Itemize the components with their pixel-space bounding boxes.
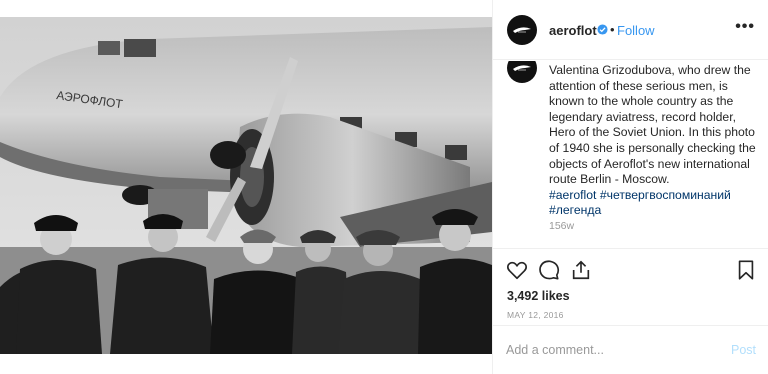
aeroflot-logo-icon[interactable]: [507, 61, 537, 83]
more-options-icon[interactable]: •••: [735, 18, 755, 36]
comment-time-ago[interactable]: 156w: [549, 220, 574, 232]
hashtag-line[interactable]: #легенда: [549, 203, 759, 219]
post-header: aeroflot • Follow •••: [493, 0, 768, 60]
post-comment-button[interactable]: Post: [731, 343, 756, 357]
heart-icon[interactable]: [506, 259, 528, 281]
caption-area: Valentina Grizodubova, who drew the atte…: [493, 61, 768, 247]
post-side-panel: aeroflot • Follow ••• Valentina Grizodub…: [492, 0, 768, 374]
aeroflot-logo-icon[interactable]: [507, 15, 537, 45]
share-icon[interactable]: [570, 259, 592, 281]
caption: Valentina Grizodubova, who drew the atte…: [549, 63, 759, 219]
post-date[interactable]: MAY 12, 2016: [507, 310, 564, 320]
comment-input[interactable]: [506, 340, 716, 360]
hashtag-line[interactable]: #aeroflot #четвергвоспоминаний: [549, 188, 759, 204]
verified-badge-icon: [597, 24, 608, 35]
separator-dot: •: [610, 22, 615, 37]
username[interactable]: aeroflot: [549, 23, 597, 38]
bookmark-icon[interactable]: [735, 259, 757, 281]
likes-count[interactable]: 3,492 likes: [507, 289, 570, 303]
follow-button[interactable]: Follow: [617, 23, 655, 38]
post-actions: 3,492 likes MAY 12, 2016: [493, 248, 768, 336]
post-photo[interactable]: АЭРОФЛОТ: [0, 0, 492, 374]
caption-text: Valentina Grizodubova, who drew the atte…: [549, 63, 756, 187]
comment-icon[interactable]: [538, 259, 560, 281]
add-comment-bar: Post: [493, 325, 768, 374]
airplane-crew-photo: АЭРОФЛОТ: [0, 17, 492, 354]
